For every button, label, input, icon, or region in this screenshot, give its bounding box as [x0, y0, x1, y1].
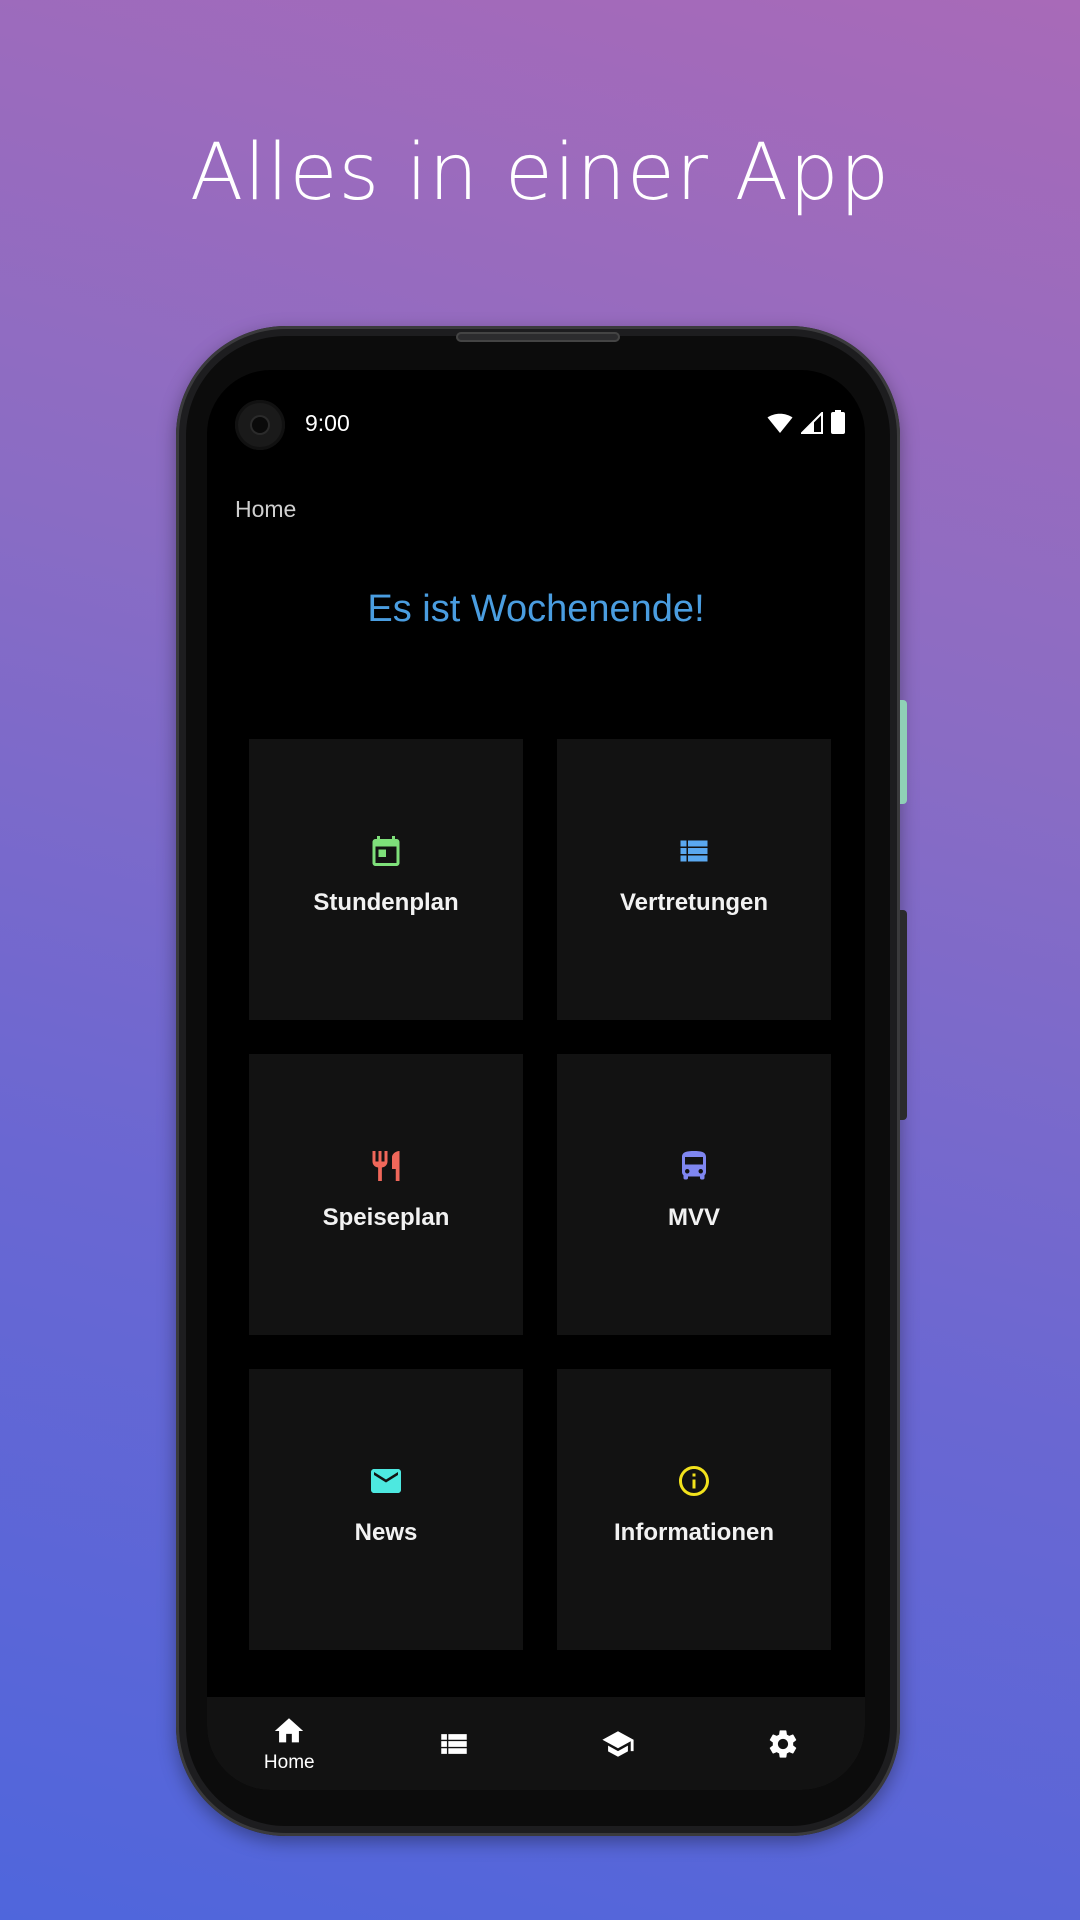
tile-label: Speiseplan: [322, 1203, 450, 1231]
status-bar: 9:00: [207, 400, 865, 460]
tile-informationen[interactable]: Informationen: [557, 1369, 831, 1650]
nav-list[interactable]: [372, 1697, 537, 1790]
mail-icon: [371, 1468, 401, 1493]
weekend-banner: Es ist Wochenende!: [367, 588, 705, 630]
power-button: [900, 700, 907, 804]
settings-icon: [769, 1729, 796, 1758]
home-icon: [275, 1717, 304, 1742]
tile-label: Informationen: [614, 1518, 774, 1546]
front-camera: [235, 400, 285, 450]
speaker-grille: [456, 332, 620, 342]
cell-signal-icon: [801, 412, 823, 434]
nav-settings[interactable]: [701, 1697, 866, 1790]
calendar-icon: [372, 835, 400, 866]
list-icon: [441, 1733, 467, 1754]
promo-headline: Alles in einer App: [189, 128, 891, 218]
tile-label: Stundenplan: [313, 888, 459, 916]
tile-vertretungen[interactable]: Vertretungen: [557, 739, 831, 1020]
tile-label: MVV: [667, 1203, 720, 1231]
nav-school[interactable]: [536, 1697, 701, 1790]
school-icon: [602, 1730, 634, 1757]
status-time: 9:00: [305, 410, 350, 436]
restaurant-icon: [372, 1150, 400, 1181]
feature-grid: Stundenplan Vertretungen Speiseplan MVV …: [249, 739, 831, 1650]
page-title: Home: [235, 496, 297, 522]
phone-screen: 9:00 Home Es ist Wochenende! Stundenplan: [207, 370, 865, 1790]
volume-button: [900, 910, 907, 1120]
bottom-navigation: Home: [207, 1697, 865, 1790]
tile-stundenplan[interactable]: Stundenplan: [249, 739, 523, 1020]
tile-label: Vertretungen: [619, 888, 769, 916]
tile-news[interactable]: News: [249, 1369, 523, 1650]
tile-label: News: [354, 1518, 418, 1546]
bus-icon: [682, 1150, 706, 1179]
tile-mvv[interactable]: MVV: [557, 1054, 831, 1335]
nav-label-home: Home: [263, 1751, 315, 1773]
tile-speiseplan[interactable]: Speiseplan: [249, 1054, 523, 1335]
wifi-icon: [767, 413, 793, 433]
nav-home[interactable]: Home: [207, 1697, 372, 1790]
list-icon: [680, 840, 708, 861]
battery-icon: [831, 410, 845, 434]
info-icon: [679, 1465, 709, 1496]
